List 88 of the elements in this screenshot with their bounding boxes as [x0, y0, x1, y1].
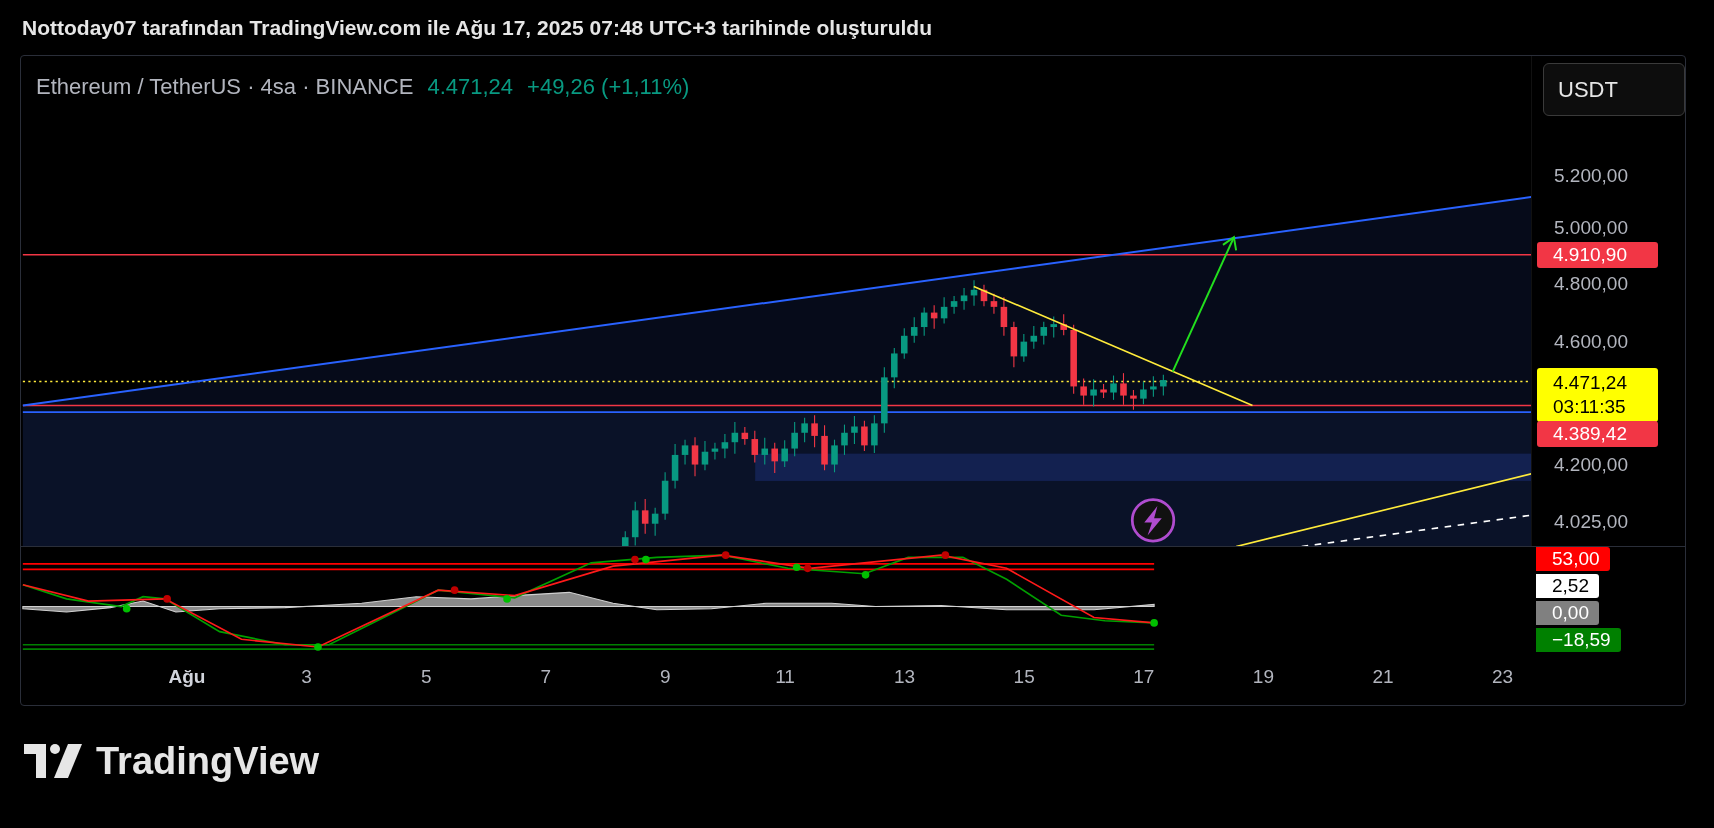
candle [1070, 324, 1077, 395]
candle [831, 439, 838, 473]
time-tick: 19 [1252, 665, 1274, 689]
chart-caption: Nottoday07 tarafından TradingView.com ile Ağu 17, 2025 07:48 UTC+3 tarihinde oluşturuldu [22, 14, 933, 41]
candle [761, 437, 769, 466]
time-tick: 11 [775, 665, 795, 689]
candle [671, 443, 679, 490]
candle [771, 442, 778, 474]
candle [881, 366, 888, 434]
candle [651, 507, 659, 537]
candle [841, 424, 848, 456]
time-tick: 15 [1013, 665, 1035, 689]
last-price: 4.471,24 [427, 73, 514, 101]
candle [741, 426, 749, 446]
time-tick: 23 [1492, 665, 1514, 689]
candle [731, 421, 739, 455]
candle [641, 498, 649, 535]
candle [1050, 316, 1057, 339]
candle [661, 471, 669, 521]
candle [1010, 321, 1018, 368]
price-tick: 4.600,00 [1554, 330, 1628, 354]
candle [811, 414, 818, 448]
lightning-icon[interactable] [1130, 498, 1176, 543]
candle [1100, 383, 1107, 399]
candle [1160, 374, 1167, 397]
price-tick: 4.800,00 [1554, 272, 1628, 296]
currency-button[interactable]: USDT [1543, 63, 1685, 116]
price-change: +49,26 (+1,11%) [527, 73, 690, 101]
candle [701, 440, 709, 471]
candle [930, 304, 938, 330]
time-tick: 13 [894, 665, 916, 689]
candle [891, 347, 898, 389]
candle [1040, 321, 1048, 346]
last-price-label: 4.471,24 03:11:35 [1537, 368, 1658, 422]
candle [1030, 325, 1038, 350]
candle [751, 430, 759, 464]
time-tick: 5 [420, 665, 432, 689]
candle [711, 442, 719, 460]
candle [801, 417, 808, 443]
time-tick: 17 [1133, 665, 1155, 689]
price-label: 4.389,42 [1537, 421, 1658, 447]
indicator-value: 0,00 [1536, 601, 1599, 625]
candle [950, 295, 958, 315]
time-tick: 21 [1372, 665, 1394, 689]
candle [851, 415, 858, 445]
candle [980, 284, 988, 307]
price-label: 4.910,90 [1537, 242, 1658, 268]
candle [910, 316, 918, 344]
price-tick: 5.000,00 [1554, 216, 1628, 240]
time-tick: 3 [301, 665, 312, 689]
candle [920, 306, 928, 337]
candle [960, 287, 968, 311]
candle [781, 439, 788, 468]
candle [970, 279, 978, 307]
candle [940, 296, 948, 325]
candle [1120, 372, 1127, 406]
candle [1140, 381, 1147, 405]
time-tick: 7 [540, 665, 552, 689]
candle [871, 414, 878, 454]
candle [691, 436, 699, 477]
candle [1000, 296, 1008, 337]
indicator-value: 2,52 [1536, 574, 1599, 598]
candle [622, 530, 629, 546]
candle [1060, 313, 1067, 336]
price-tick: 4.025,00 [1554, 510, 1628, 534]
price-tick: 4.200,00 [1554, 453, 1628, 477]
candle [990, 293, 998, 315]
time-tick: 9 [660, 665, 671, 689]
candle [861, 420, 868, 452]
indicator-value: 53,00 [1536, 547, 1610, 571]
indicator-value: −18,59 [1536, 628, 1621, 652]
candle [1110, 375, 1117, 401]
candle [791, 421, 798, 457]
brand-name: TradingView [96, 742, 320, 780]
candle [631, 501, 639, 546]
candle [1020, 333, 1028, 363]
candle [721, 433, 729, 459]
candle [821, 424, 828, 471]
candle [1130, 389, 1137, 411]
price-tick: 5.200,00 [1554, 164, 1628, 188]
candle [1150, 375, 1157, 398]
time-tick: Ağu [168, 665, 206, 689]
candle [1080, 378, 1087, 406]
brand-logo-icon [24, 744, 84, 778]
candle [1090, 378, 1097, 408]
candle [681, 439, 689, 466]
symbol-title: Ethereum / TetherUS · 4sa · BINANCE [36, 73, 414, 101]
candle [901, 327, 908, 360]
